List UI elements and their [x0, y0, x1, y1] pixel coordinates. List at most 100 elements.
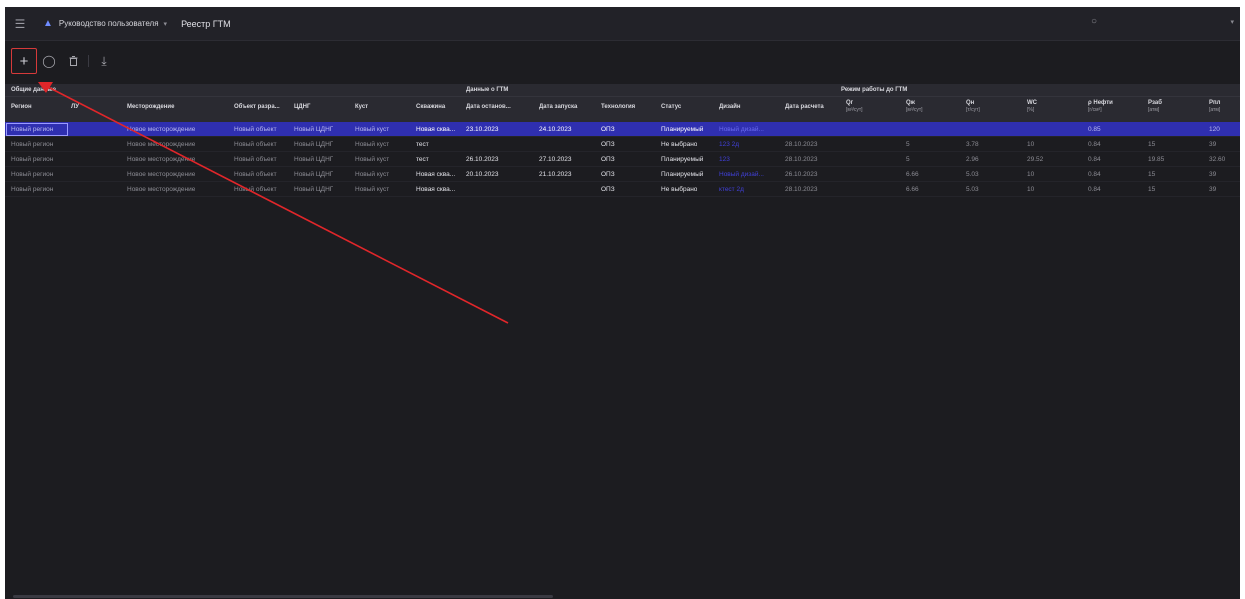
cell-qn[interactable]: 5.03: [966, 186, 979, 193]
cell-design[interactable]: ктест 2д: [719, 186, 744, 193]
cell-well[interactable]: тест: [416, 156, 429, 163]
cell-cdng[interactable]: Новый ЦДНГ: [294, 126, 333, 133]
delete-button[interactable]: [61, 49, 85, 73]
cell-wc[interactable]: 10: [1027, 171, 1034, 178]
cell-status[interactable]: Планируемый: [661, 171, 703, 178]
header-qzh[interactable]: Qж [м³/сут]: [906, 100, 923, 114]
cell-design[interactable]: Новый дизай...: [719, 171, 764, 178]
cell-rho[interactable]: 0.84: [1088, 141, 1101, 148]
table-row[interactable]: Новый регион Новое месторождение Новый о…: [5, 152, 1240, 167]
cell-object[interactable]: Новый объект: [234, 141, 277, 148]
cell-field[interactable]: Новое месторождение: [127, 186, 195, 193]
header-object[interactable]: Объект разра...: [234, 104, 280, 111]
cell-well[interactable]: Новая сква...: [416, 126, 455, 133]
header-field[interactable]: Месторождение: [127, 104, 174, 111]
cell-rho[interactable]: 0.84: [1088, 156, 1101, 163]
cell-cdng[interactable]: Новый ЦДНГ: [294, 171, 333, 178]
cell-well[interactable]: тест: [416, 141, 429, 148]
header-bush[interactable]: Куст: [355, 104, 368, 111]
cell-bush[interactable]: Новый куст: [355, 126, 389, 133]
cell-design[interactable]: Новый дизай...: [719, 126, 764, 133]
cell-object[interactable]: Новый объект: [234, 126, 277, 133]
cell-qn[interactable]: 5.03: [966, 171, 979, 178]
cell-qn[interactable]: 3.78: [966, 141, 979, 148]
cell-object[interactable]: Новый объект: [234, 156, 277, 163]
document-selector[interactable]: Руководство пользователя ▾: [59, 19, 167, 28]
cell-wc[interactable]: 10: [1027, 141, 1034, 148]
cell-status[interactable]: Не выбрано: [661, 186, 697, 193]
table-row[interactable]: Новый регион Новое месторождение Новый о…: [5, 182, 1240, 197]
hamburger-icon[interactable]: ☰: [5, 7, 35, 41]
header-wc[interactable]: WC [%]: [1027, 100, 1037, 114]
cell-qzh[interactable]: 5: [906, 156, 910, 163]
cell-status[interactable]: Планируемый: [661, 156, 703, 163]
cell-region[interactable]: Новый регион: [11, 171, 53, 178]
cell-tech[interactable]: ОПЗ: [601, 186, 615, 193]
cell-region[interactable]: Новый регион: [11, 126, 53, 133]
cell-tech[interactable]: ОПЗ: [601, 141, 615, 148]
table-row[interactable]: Новый регион Новое месторождение Новый о…: [5, 137, 1240, 152]
header-status[interactable]: Статус: [661, 104, 681, 111]
header-rpl[interactable]: Рпл [атм]: [1209, 100, 1220, 114]
cell-region[interactable]: Новый регион: [11, 156, 53, 163]
header-calc-date[interactable]: Дата расчета: [785, 104, 824, 111]
header-qn[interactable]: Qн [т/сут]: [966, 100, 980, 114]
chevron-down-icon[interactable]: ▾: [1230, 18, 1234, 26]
cell-bush[interactable]: Новый куст: [355, 171, 389, 178]
cell-rzab[interactable]: 15: [1148, 141, 1155, 148]
header-cdng[interactable]: ЦДНГ: [294, 104, 310, 111]
cell-start-date[interactable]: 27.10.2023: [539, 156, 572, 163]
header-rzab[interactable]: Рзаб [атм]: [1148, 100, 1162, 114]
cell-rpl[interactable]: 32.60: [1209, 156, 1225, 163]
cell-field[interactable]: Новое месторождение: [127, 126, 195, 133]
cell-rpl[interactable]: 39: [1209, 141, 1216, 148]
table-row[interactable]: Новый регион Новое месторождение Новый о…: [5, 167, 1240, 182]
cell-tech[interactable]: ОПЗ: [601, 171, 615, 178]
cell-rho[interactable]: 0.84: [1088, 171, 1101, 178]
cell-rpl[interactable]: 39: [1209, 171, 1216, 178]
cell-well[interactable]: Новая сква...: [416, 171, 455, 178]
cell-status[interactable]: Планируемый: [661, 126, 703, 133]
cell-design[interactable]: 123 2д: [719, 141, 739, 148]
cell-calc-date[interactable]: 28.10.2023: [785, 186, 818, 193]
cell-object[interactable]: Новый объект: [234, 186, 277, 193]
download-button[interactable]: ⤓: [92, 49, 116, 73]
cell-region[interactable]: Новый регион: [11, 186, 53, 193]
cell-wc[interactable]: 29.52: [1027, 156, 1043, 163]
cell-calc-date[interactable]: 28.10.2023: [785, 156, 818, 163]
header-rho[interactable]: ρ Нефти [г/см³]: [1088, 100, 1113, 114]
cell-rpl[interactable]: 120: [1209, 126, 1220, 133]
cell-cdng[interactable]: Новый ЦДНГ: [294, 186, 333, 193]
cell-cdng[interactable]: Новый ЦДНГ: [294, 141, 333, 148]
cell-tech[interactable]: ОПЗ: [601, 156, 615, 163]
cell-field[interactable]: Новое месторождение: [127, 171, 195, 178]
table-row[interactable]: Новый регион Новое месторождение Новый о…: [5, 122, 1240, 137]
cell-stop-date[interactable]: 23.10.2023: [466, 126, 499, 133]
cell-qzh[interactable]: 5: [906, 141, 910, 148]
cell-region[interactable]: Новый регион: [11, 141, 53, 148]
header-qg[interactable]: Qг [м³/сут]: [846, 100, 863, 114]
cell-cdng[interactable]: Новый ЦДНГ: [294, 156, 333, 163]
header-region[interactable]: Регион: [11, 104, 32, 111]
cell-rzab[interactable]: 19.85: [1148, 156, 1164, 163]
cell-rho[interactable]: 0.84: [1088, 186, 1101, 193]
cell-rho[interactable]: 0.85: [1088, 126, 1101, 133]
cell-design[interactable]: 123: [719, 156, 730, 163]
copy-button[interactable]: ◯: [37, 49, 61, 73]
cell-qzh[interactable]: 6.66: [906, 171, 919, 178]
cell-rpl[interactable]: 39: [1209, 186, 1216, 193]
horizontal-scrollbar[interactable]: [13, 595, 553, 598]
header-lu[interactable]: ЛУ: [71, 104, 79, 111]
cell-bush[interactable]: Новый куст: [355, 141, 389, 148]
cell-well[interactable]: Новая сква...: [416, 186, 455, 193]
cell-stop-date[interactable]: 20.10.2023: [466, 171, 499, 178]
header-tech[interactable]: Технология: [601, 104, 635, 111]
cell-bush[interactable]: Новый куст: [355, 156, 389, 163]
header-start-date[interactable]: Дата запуска: [539, 104, 577, 111]
cell-rzab[interactable]: 15: [1148, 171, 1155, 178]
cell-qzh[interactable]: 6.66: [906, 186, 919, 193]
cell-start-date[interactable]: 21.10.2023: [539, 171, 572, 178]
cell-status[interactable]: Не выбрано: [661, 141, 697, 148]
add-button[interactable]: +: [11, 48, 37, 74]
cell-calc-date[interactable]: 28.10.2023: [785, 141, 818, 148]
